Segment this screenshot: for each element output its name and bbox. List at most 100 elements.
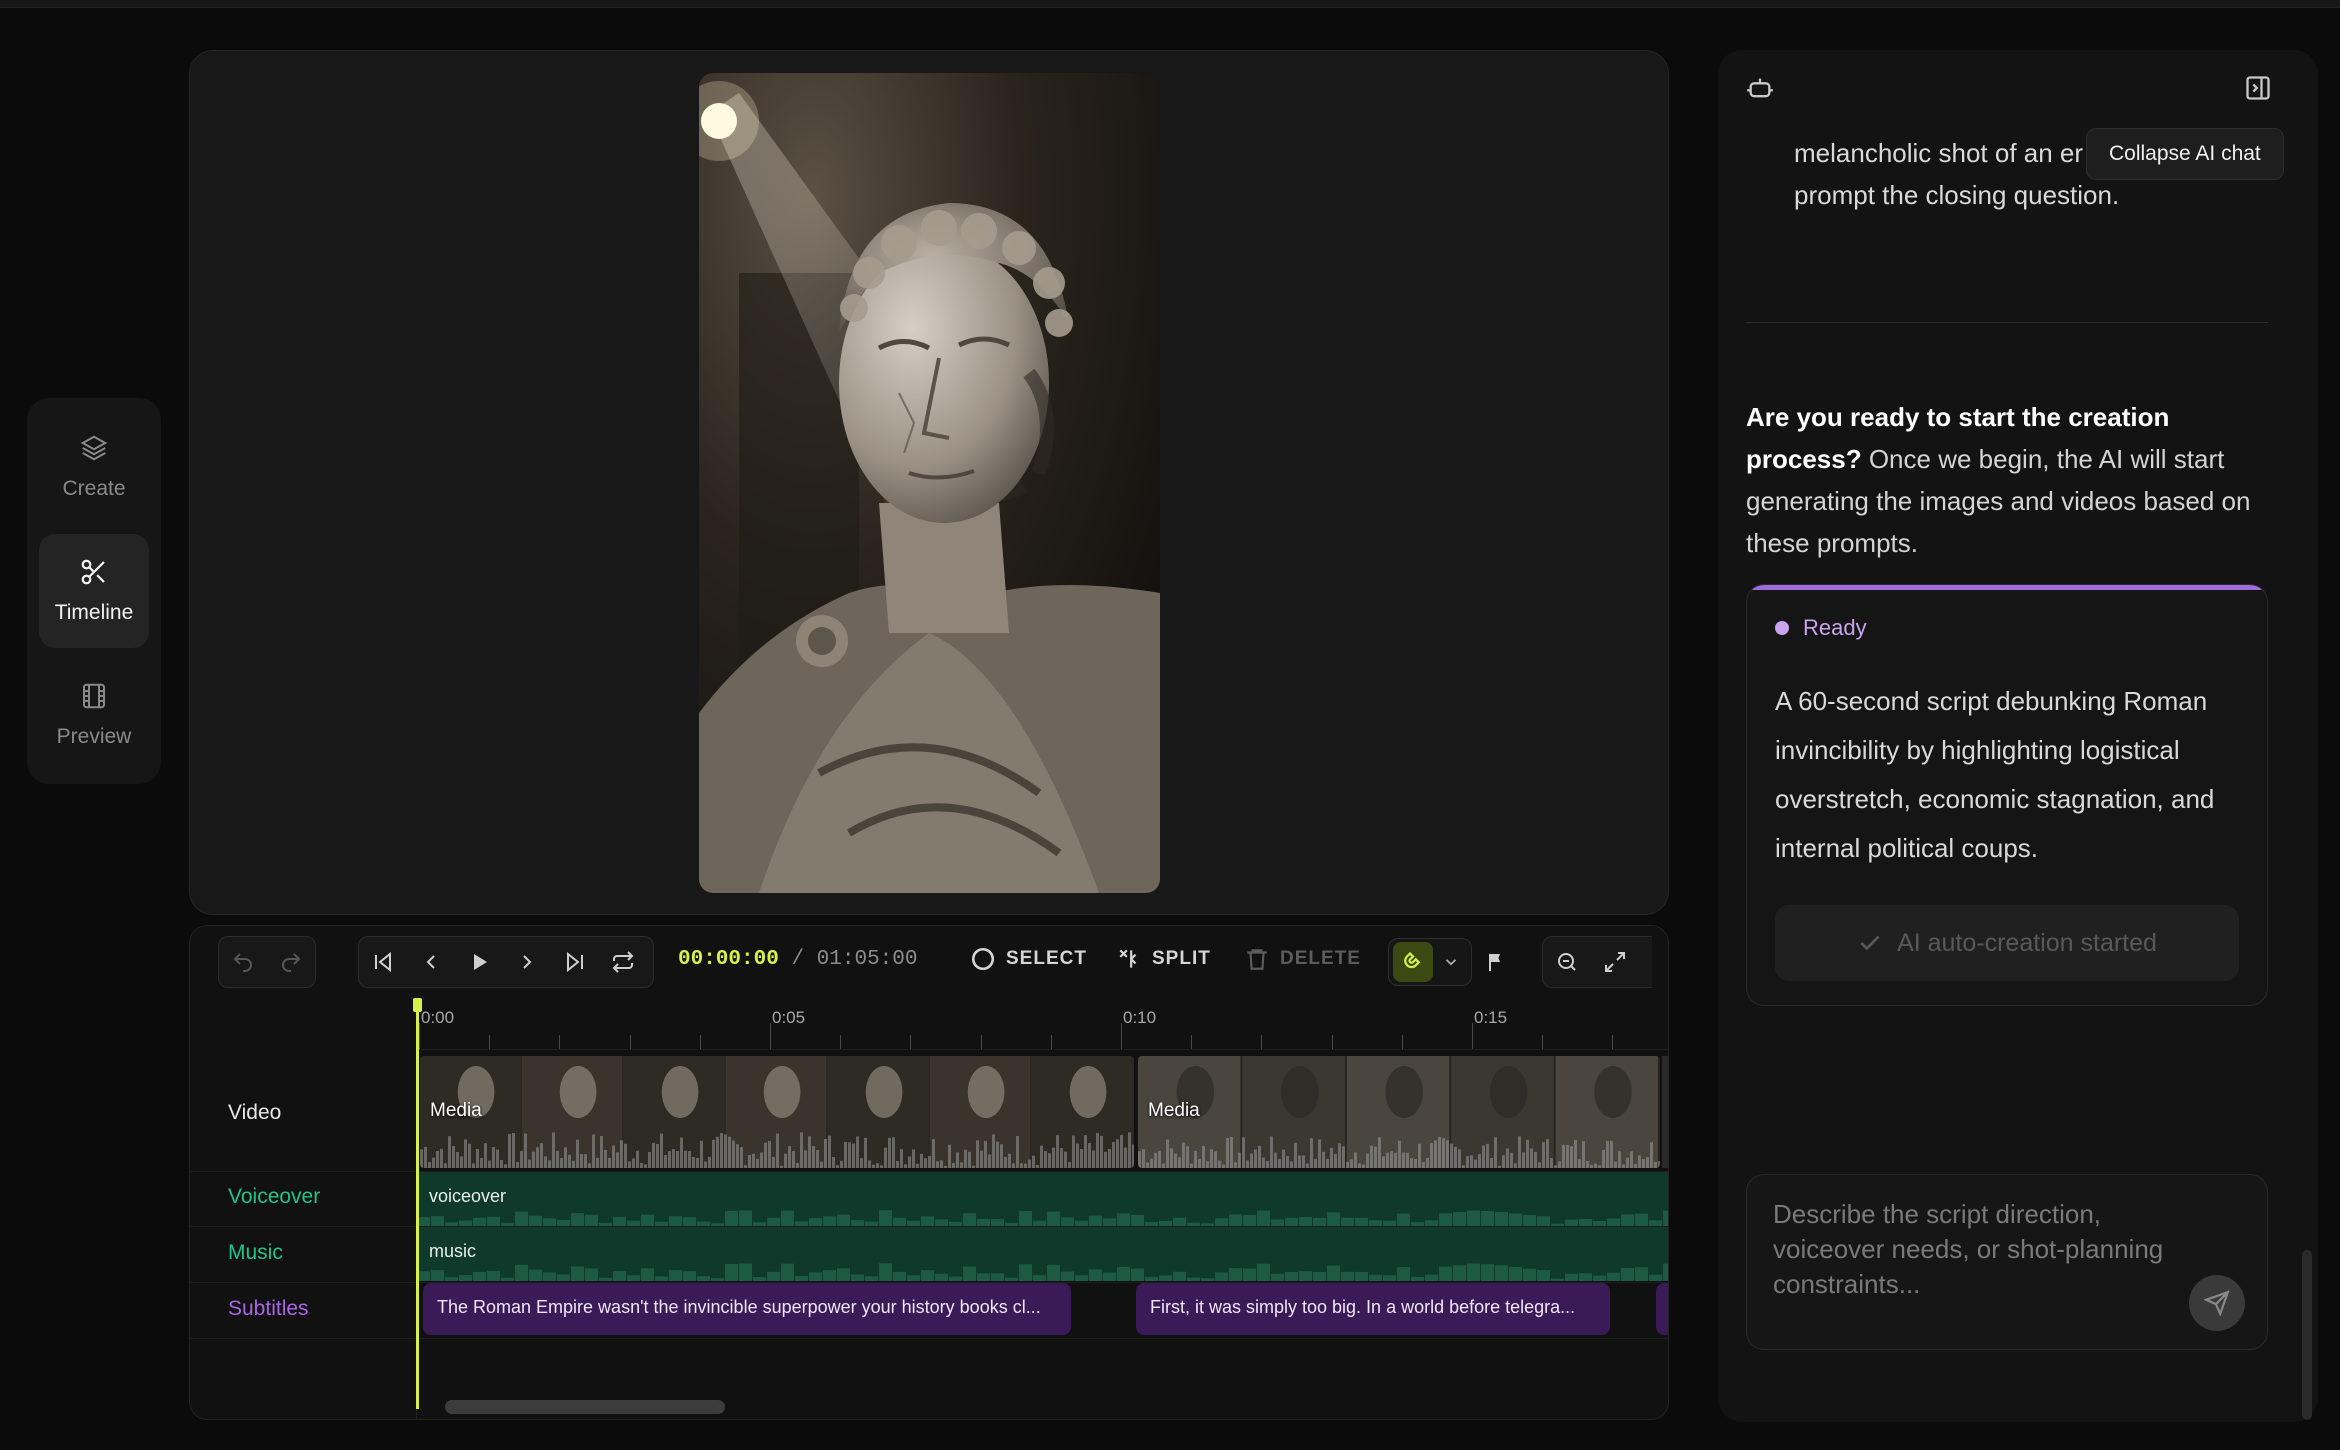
collapse-tooltip: Collapse AI chat — [2086, 128, 2284, 180]
zoom-group — [1542, 936, 1652, 988]
ruler-tick — [1050, 1035, 1052, 1049]
magnet-snap-toggle[interactable] — [1388, 938, 1472, 986]
nav-item-create[interactable]: Create — [39, 410, 149, 524]
robot-icon — [1746, 74, 1774, 107]
top-bar — [0, 0, 2340, 8]
nav-item-label: Preview — [56, 725, 132, 748]
status-dot — [1775, 621, 1789, 635]
ruler-label: 0:10 — [1123, 1008, 1157, 1027]
skip-back-icon — [375, 951, 391, 973]
time-separator: / — [791, 948, 805, 971]
select-tool-button[interactable]: SELECT — [970, 946, 1087, 972]
repeat-icon — [612, 951, 634, 973]
ruler-tick — [419, 1023, 420, 1049]
ruler-tick — [980, 1035, 982, 1049]
music-clip[interactable]: music — [417, 1227, 1668, 1281]
chevron-right-icon — [523, 955, 532, 969]
video-clip-edge — [1662, 1056, 1668, 1168]
subtitle-clip[interactable]: The Roman Empire wasn't the invincible s… — [423, 1283, 1071, 1335]
video-clip[interactable]: Media — [420, 1056, 1134, 1168]
timecode-display: 00:00:00 / 01:05:00 — [678, 948, 917, 971]
statue-portrait-image — [699, 73, 1160, 893]
script-summary: A 60-second script debunking Roman invin… — [1775, 686, 2215, 863]
undo-button[interactable] — [219, 938, 267, 986]
time-ruler[interactable]: 0:00 0:05 0:10 0:15 — [417, 998, 1668, 1050]
video-clip-thumbnails — [420, 1056, 1134, 1168]
auto-creation-label: AI auto-creation started — [1897, 928, 2157, 957]
collapse-panel-button[interactable] — [2244, 74, 2272, 107]
play-button[interactable] — [455, 938, 503, 986]
ruler-tick — [1612, 1035, 1614, 1049]
preview-frame-image[interactable] — [699, 73, 1160, 893]
ruler-tick — [1121, 1023, 1122, 1049]
video-clip[interactable]: Media — [1138, 1056, 1660, 1168]
timeline-panel: 00:00:00 / 01:05:00 SELECT SPLIT DELETE — [189, 925, 1669, 1420]
auto-creation-button[interactable]: AI auto-creation started — [1775, 905, 2239, 981]
loop-button[interactable] — [599, 938, 647, 986]
ruler-tick — [1261, 1035, 1263, 1049]
ruler-tick — [489, 1035, 491, 1049]
next-frame-button[interactable] — [503, 938, 551, 986]
check-icon — [1860, 935, 1880, 951]
voiceover-clip-label: voiceover — [429, 1186, 507, 1206]
status-label: Ready — [1803, 615, 1867, 640]
split-tool-button[interactable]: SPLIT — [1116, 946, 1211, 972]
previous-frame-button[interactable] — [407, 938, 455, 986]
skip-to-end-button[interactable] — [551, 938, 599, 986]
ruler-tick — [1401, 1035, 1403, 1049]
track-label-video: Video — [228, 1101, 282, 1124]
chat-scrollbar[interactable] — [2302, 1250, 2312, 1420]
ruler-tick — [629, 1035, 631, 1049]
card-accent-bar — [1747, 585, 2267, 590]
fit-timeline-button[interactable] — [1591, 938, 1639, 986]
nav-item-label: Timeline — [54, 601, 134, 624]
subtitle-clip[interactable]: First, it was simply too big. In a world… — [1136, 1283, 1610, 1335]
chevron-left-icon — [426, 955, 435, 969]
redo-button[interactable] — [267, 938, 315, 986]
row-divider — [190, 1338, 1668, 1339]
voiceover-clip[interactable]: voiceover — [417, 1172, 1668, 1226]
delete-tool-button[interactable]: DELETE — [1244, 946, 1361, 972]
playhead[interactable] — [413, 998, 422, 1409]
track-label-voiceover: Voiceover — [228, 1185, 321, 1208]
video-clip-label: Media — [430, 1100, 482, 1121]
nav-item-timeline[interactable]: Timeline — [39, 534, 149, 648]
magnet-icon — [1393, 942, 1433, 982]
voiceover-waveform — [417, 1210, 1668, 1226]
subtitle-clip-partial[interactable] — [1656, 1283, 1668, 1335]
ruler-tick — [1542, 1035, 1544, 1049]
split-icon — [1119, 949, 1137, 968]
ruler-tick — [840, 1035, 842, 1049]
horizontal-scrollbar[interactable] — [445, 1400, 725, 1414]
ruler-tick — [699, 1035, 701, 1049]
transport-group — [358, 936, 654, 988]
timeline-toolbar: 00:00:00 / 01:05:00 SELECT SPLIT DELETE — [190, 926, 1668, 998]
assistant-message: Are you ready to start the creation proc… — [1746, 396, 2286, 564]
add-marker-button[interactable] — [1472, 938, 1520, 986]
split-label: SPLIT — [1152, 948, 1211, 969]
ruler-tick — [1472, 1023, 1473, 1049]
chevron-down-icon[interactable] — [1433, 953, 1469, 971]
trash-icon — [1247, 949, 1267, 970]
scissors-icon — [81, 559, 105, 585]
zoom-out-button[interactable] — [1543, 938, 1591, 986]
nav-item-label: Create — [62, 477, 126, 500]
preview-stage — [189, 50, 1669, 915]
status-badge: Ready — [1775, 615, 1867, 641]
current-time: 00:00:00 — [678, 948, 779, 971]
send-button[interactable] — [2189, 1275, 2245, 1331]
total-time: 01:05:00 — [816, 948, 918, 971]
video-clip-thumbnails — [1138, 1056, 1660, 1168]
sidebar-collapse-icon — [2246, 76, 2270, 100]
ruler-label: 0:05 — [772, 1008, 806, 1027]
flag-icon — [1489, 954, 1500, 971]
skip-to-start-button[interactable] — [359, 938, 407, 986]
ruler-label: 0:15 — [1474, 1008, 1508, 1027]
script-card: Ready A 60-second script debunking Roman… — [1746, 584, 2268, 1006]
ruler-tick — [770, 1023, 771, 1049]
nav-item-preview[interactable]: Preview — [39, 658, 149, 772]
skip-forward-icon — [567, 951, 583, 973]
chat-input[interactable] — [1773, 1197, 2173, 1317]
undo-icon — [233, 953, 252, 972]
ruler-tick — [910, 1035, 912, 1049]
